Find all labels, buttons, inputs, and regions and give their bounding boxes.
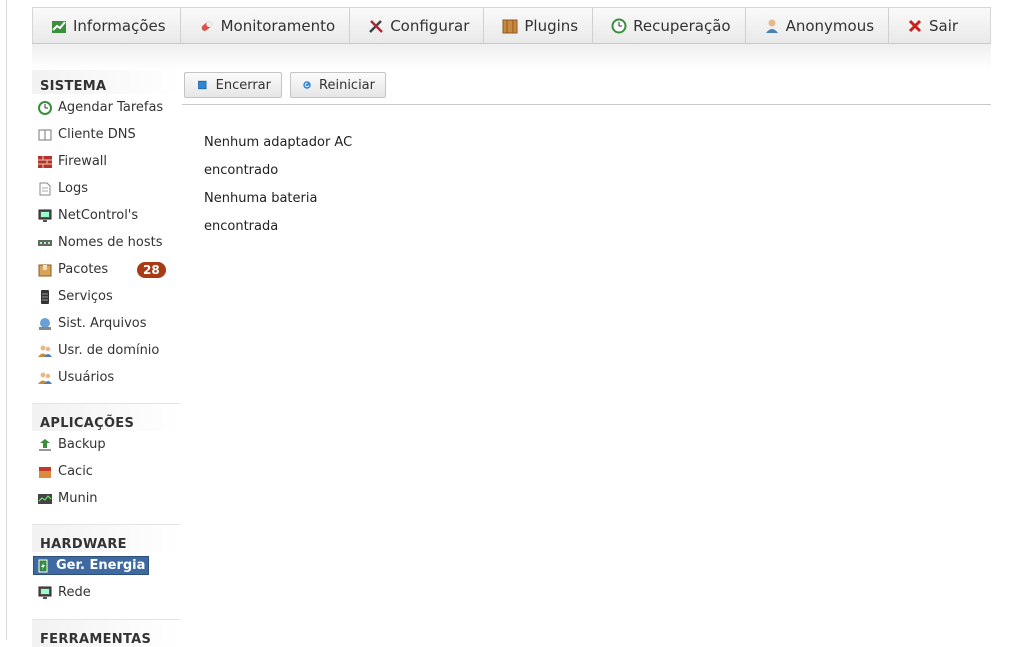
- sidebar-item-label: Cacic: [58, 464, 93, 479]
- status-message: encontrada: [204, 219, 279, 234]
- section-title-hardware: HARDWARE: [32, 524, 180, 552]
- power-status-content: Nenhum adaptador AC encontrado Nenhuma b…: [204, 130, 354, 242]
- nav-label: Sair: [929, 16, 959, 35]
- shutdown-button[interactable]: Encerrar: [184, 72, 282, 98]
- sidebar-item-sist-arquivos[interactable]: Sist. Arquivos: [32, 310, 180, 337]
- sidebar-item-label: Pacotes: [58, 262, 109, 277]
- nav-label: Informações: [73, 16, 166, 35]
- nav-monitoramento[interactable]: Monitoramento: [181, 8, 351, 43]
- monitor-icon: [38, 586, 52, 599]
- server-icon: [41, 289, 49, 304]
- section-title-sistema: SISTEMA: [32, 70, 180, 94]
- sidebar-item-backup[interactable]: Backup: [32, 431, 180, 458]
- nav-plugins[interactable]: Plugins: [484, 8, 594, 43]
- nav-label: Anonymous: [785, 16, 875, 35]
- pill-icon: [201, 20, 212, 31]
- shutdown-label: Encerrar: [215, 77, 271, 93]
- sidebar-item-firewall[interactable]: Firewall: [32, 148, 180, 175]
- nav-label: Monitoramento: [220, 16, 336, 35]
- sidebar-item-usr-de-dominio[interactable]: Usr. de domínio: [32, 337, 180, 364]
- restart-button[interactable]: Reiniciar: [290, 72, 386, 98]
- sidebar-item-label: Usr. de domínio: [58, 343, 160, 358]
- sidebar-item-label: NetControl's: [58, 208, 139, 223]
- sidebar-item-pacotes[interactable]: Pacotes 28: [32, 256, 180, 283]
- sidebar-item-servicos[interactable]: Serviços: [32, 283, 180, 310]
- clock-icon: [611, 18, 627, 33]
- monitor-icon: [38, 209, 52, 222]
- nav-shadow: [32, 44, 991, 70]
- nav-label: Plugins: [524, 16, 579, 35]
- sidebar-item-label: Sist. Arquivos: [58, 316, 147, 331]
- sidebar-item-netcontrols[interactable]: NetControl's: [32, 202, 180, 229]
- sidebar-item-nomes-de-hosts[interactable]: Nomes de hosts: [32, 229, 180, 256]
- sidebar-item-label: Usuários: [58, 370, 115, 385]
- status-message: Nenhum adaptador AC: [204, 135, 353, 150]
- graph-monitor-icon: [38, 493, 52, 504]
- sidebar-item-munin[interactable]: Munin: [32, 485, 180, 512]
- package-icon: [38, 264, 52, 276]
- users-icon: [38, 345, 52, 357]
- active-item-highlight: Ger. Energia: [33, 556, 150, 575]
- sidebar-item-label: Backup: [58, 437, 106, 452]
- sidebar-item-label: Rede: [58, 585, 91, 600]
- chart-icon: [52, 20, 66, 33]
- sidebar: SISTEMA Agendar Tarefas Cliente DNS Fire…: [32, 70, 180, 647]
- sidebar-item-cliente-dns[interactable]: Cliente DNS: [32, 121, 180, 148]
- nav-label: Recuperação: [633, 16, 731, 35]
- section-title-ferramentas: FERRAMENTAS: [32, 619, 180, 647]
- restart-label: Reiniciar: [319, 77, 375, 93]
- status-message: Nenhuma bateria: [204, 191, 318, 206]
- battery-icon: [38, 559, 48, 572]
- document-icon: [39, 182, 51, 195]
- sidebar-item-label: Cliente DNS: [58, 127, 136, 142]
- sidebar-item-label: Ger. Energia: [56, 558, 146, 573]
- sidebar-item-label: Agendar Tarefas: [58, 100, 164, 115]
- nav-configurar[interactable]: Configurar: [350, 8, 485, 43]
- nav-sair[interactable]: Sair: [889, 8, 972, 43]
- status-message: encontrado: [204, 163, 279, 178]
- sidebar-item-agendar-tarefas[interactable]: Agendar Tarefas: [32, 94, 180, 121]
- cacic-icon: [39, 466, 51, 478]
- sidebar-item-ger-energia[interactable]: Ger. Energia: [32, 552, 180, 579]
- sidebar-item-usuarios[interactable]: Usuários: [32, 364, 180, 391]
- refresh-icon: [303, 81, 311, 89]
- sidebar-item-label: Serviços: [58, 289, 113, 304]
- pacotes-count-badge: 28: [137, 262, 166, 278]
- nav-informacoes[interactable]: Informações: [33, 8, 181, 43]
- network-switch-icon: [38, 239, 52, 246]
- sidebar-item-label: Logs: [58, 181, 88, 196]
- close-icon: [908, 19, 922, 32]
- action-toolbar: Encerrar Reiniciar: [182, 70, 991, 105]
- users-icon: [38, 372, 52, 384]
- user-icon: [765, 19, 778, 33]
- sidebar-item-logs[interactable]: Logs: [32, 175, 180, 202]
- nav-label: Configurar: [390, 16, 470, 35]
- book-icon: [38, 129, 52, 140]
- brick-wall-icon: [38, 155, 52, 168]
- stop-icon: [198, 80, 207, 90]
- section-title-aplicacoes: APLICAÇÕES: [32, 403, 180, 431]
- backup-icon: [39, 438, 51, 451]
- sidebar-item-label: Nomes de hosts: [58, 235, 163, 250]
- sidebar-item-cacic[interactable]: Cacic: [32, 458, 180, 485]
- drive-icon: [39, 317, 51, 330]
- box-icon: [502, 19, 518, 33]
- top-navigation: Informações Monitoramento Configurar Plu…: [32, 7, 991, 44]
- nav-anonymous[interactable]: Anonymous: [746, 8, 890, 43]
- tools-icon: [369, 19, 384, 33]
- sidebar-item-label: Firewall: [58, 154, 108, 169]
- nav-recuperacao[interactable]: Recuperação: [593, 8, 746, 43]
- sidebar-item-label: Munin: [58, 491, 98, 506]
- sidebar-item-rede[interactable]: Rede: [32, 579, 180, 606]
- clock-icon: [38, 100, 52, 115]
